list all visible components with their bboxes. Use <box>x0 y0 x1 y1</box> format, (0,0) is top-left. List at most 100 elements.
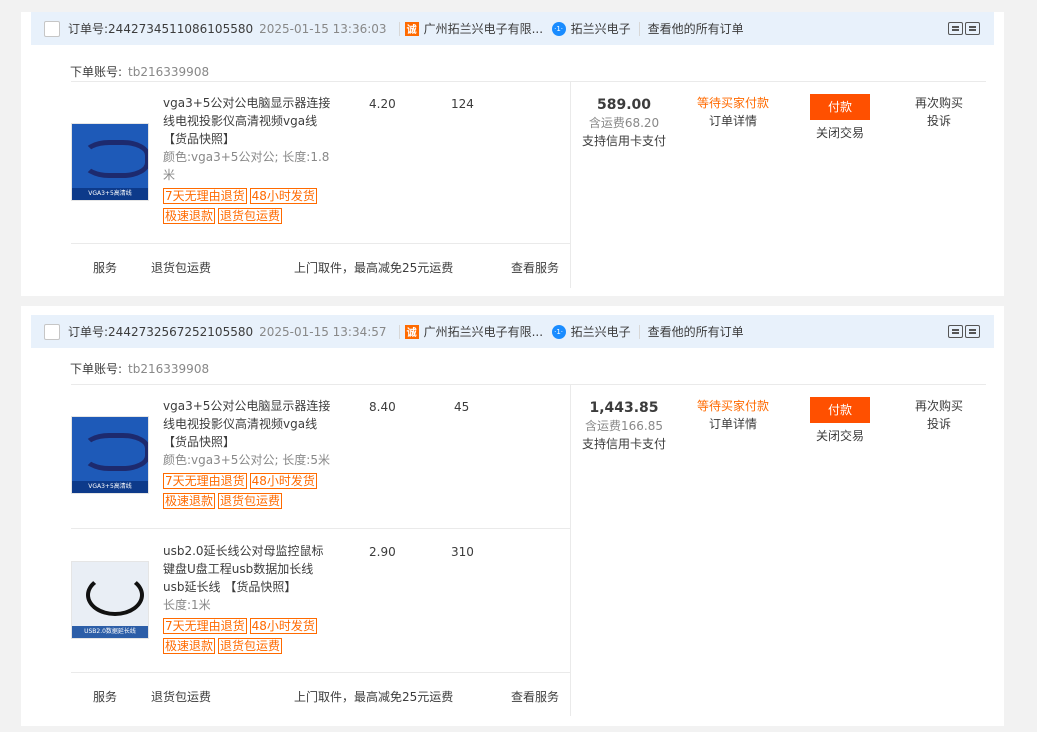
divider <box>398 324 400 339</box>
view-service-link[interactable]: 查看服务 <box>511 259 559 276</box>
account-value: tb216339908 <box>128 65 210 79</box>
product-title-link[interactable]: usb2.0延长线公对母监控鼠标键盘U盘工程usb数据加长线usb延长线 【货品… <box>163 542 333 596</box>
product-title-link[interactable]: vga3+5公对公电脑显示器连接线电视投影仪高清视频vga线 <box>163 397 333 433</box>
order-total: 1,443.85 含运费166.85 支持信用卡支付 <box>569 399 679 453</box>
service-tag[interactable]: 极速退款 <box>163 493 216 509</box>
close-trade-link[interactable]: 关闭交易 <box>808 124 872 142</box>
order-header: 订单号: 2442732567252105580 2025-01-15 13:3… <box>31 315 994 348</box>
view-service-link[interactable]: 查看服务 <box>511 688 559 705</box>
chat-icon[interactable]: ·1· <box>551 21 566 36</box>
seller-chat-link[interactable]: 拓兰兴电子 <box>571 20 631 37</box>
service-tag[interactable]: 极速退款 <box>163 638 216 654</box>
service-label: 服务 <box>93 261 118 275</box>
order-detail-link[interactable]: 订单详情 <box>683 112 783 130</box>
rebuy-link[interactable]: 再次购买 <box>904 397 974 415</box>
product-info: vga3+5公对公电脑显示器连接线电视投影仪高清视频vga线 【货品快照】 颜色… <box>163 94 333 226</box>
snapshot-link[interactable]: 【货品快照】 <box>163 130 333 148</box>
close-trade-link[interactable]: 关闭交易 <box>808 427 872 445</box>
payment-actions: 付款 关闭交易 <box>808 94 872 142</box>
flag-icon[interactable] <box>965 325 980 338</box>
seller-chat-link[interactable]: 拓兰兴电子 <box>571 323 631 340</box>
divider <box>638 324 640 339</box>
service-tag[interactable]: 退货包运费 <box>218 493 283 509</box>
order-status: 等待买家付款 订单详情 <box>683 397 783 433</box>
pay-button[interactable]: 付款 <box>810 397 870 423</box>
service-tag[interactable]: 7天无理由退货 <box>163 473 247 489</box>
divider <box>71 243 570 244</box>
order-card: 订单号: 2442732567252105580 2025-01-15 13:3… <box>21 306 1004 726</box>
order-time: 2025-01-15 13:36:03 <box>259 21 387 36</box>
product-attributes: 长度:1米 <box>163 598 211 612</box>
product-title-link[interactable]: vga3+5公对公电脑显示器连接线电视投影仪高清视频vga线 <box>163 94 333 130</box>
service-tag[interactable]: 退货包运费 <box>218 638 283 654</box>
order-select-checkbox[interactable] <box>44 323 60 340</box>
shop-badge-icon: 诚 <box>404 324 419 339</box>
shipping-fee: 含运费68.20 <box>588 116 660 130</box>
snapshot-link[interactable]: 【货品快照】 <box>163 433 333 451</box>
product-image[interactable]: VGA3+5高清线 <box>71 416 149 494</box>
shop-badge-icon: 诚 <box>404 21 419 36</box>
service-label: 服务 <box>93 690 118 704</box>
service-tag[interactable]: 极速退款 <box>163 208 216 224</box>
order-total: 589.00 含运费68.20 支持信用卡支付 <box>569 96 679 150</box>
return-shipping-free: 退货包运费 <box>151 261 212 275</box>
service-tag[interactable]: 退货包运费 <box>218 208 283 224</box>
product-image[interactable]: VGA3+5高清线 <box>71 123 149 201</box>
credit-card-note: 支持信用卡支付 <box>581 134 666 148</box>
order-account: 下单账号: tb216339908 <box>70 63 209 80</box>
flag-icon[interactable] <box>965 22 980 35</box>
more-actions: 再次购买 投诉 <box>904 94 974 130</box>
complain-link[interactable]: 投诉 <box>904 415 974 433</box>
scrollbar[interactable] <box>1027 0 1037 732</box>
message-icon[interactable] <box>948 22 963 35</box>
return-shipping-free: 退货包运费 <box>151 690 212 704</box>
pickup-service: 上门取件，最高减免25元运费 <box>294 690 454 704</box>
quantity: 124 <box>451 97 474 111</box>
order-select-checkbox[interactable] <box>44 20 60 37</box>
product-image[interactable]: USB2.0数据延长线 <box>71 561 149 639</box>
message-icon[interactable] <box>948 325 963 338</box>
service-tag[interactable]: 48小时发货 <box>249 473 317 489</box>
divider <box>71 81 986 82</box>
pickup-service: 上门取件，最高减免25元运费 <box>294 261 454 275</box>
quantity: 310 <box>451 545 474 559</box>
unit-price: 4.20 <box>369 97 396 111</box>
status-text: 等待买家付款 <box>696 96 769 110</box>
divider <box>71 528 570 529</box>
service-tag[interactable]: 7天无理由退货 <box>163 618 247 634</box>
total-amount: 1,443.85 <box>589 400 659 416</box>
chat-icon[interactable]: ·1· <box>551 324 566 339</box>
total-amount: 589.00 <box>596 97 652 113</box>
product-attributes: 颜色:vga3+5公对公; 长度:1.8米 <box>163 150 330 182</box>
order-account: 下单账号: tb216339908 <box>70 360 209 377</box>
order-number: 2442734511086105580 <box>108 21 254 36</box>
shop-name-link[interactable]: 广州拓兰兴电子有限... <box>424 323 546 340</box>
order-time: 2025-01-15 13:34:57 <box>259 324 387 339</box>
product-info: vga3+5公对公电脑显示器连接线电视投影仪高清视频vga线 【货品快照】 颜色… <box>163 397 333 511</box>
credit-card-note: 支持信用卡支付 <box>581 437 666 451</box>
unit-price: 2.90 <box>369 545 396 559</box>
payment-actions: 付款 关闭交易 <box>808 397 872 445</box>
product-attributes: 颜色:vga3+5公对公; 长度:5米 <box>163 453 330 467</box>
snapshot-link[interactable]: 【货品快照】 <box>224 580 296 594</box>
order-no-label: 订单号: <box>68 22 109 36</box>
rebuy-link[interactable]: 再次购买 <box>904 94 974 112</box>
order-number: 2442732567252105580 <box>108 324 254 339</box>
shipping-fee: 含运费166.85 <box>585 419 663 433</box>
service-tag[interactable]: 48小时发货 <box>249 188 317 204</box>
complain-link[interactable]: 投诉 <box>904 112 974 130</box>
order-detail-link[interactable]: 订单详情 <box>683 415 783 433</box>
service-tag[interactable]: 7天无理由退货 <box>163 188 247 204</box>
unit-price: 8.40 <box>369 400 396 414</box>
service-tag[interactable]: 48小时发货 <box>249 618 317 634</box>
view-all-orders-link[interactable]: 查看他的所有订单 <box>648 323 744 340</box>
view-all-orders-link[interactable]: 查看他的所有订单 <box>648 20 744 37</box>
order-card: 订单号: 2442734511086105580 2025-01-15 13:3… <box>21 12 1004 296</box>
divider <box>638 21 640 36</box>
shop-name-link[interactable]: 广州拓兰兴电子有限... <box>424 20 546 37</box>
product-info: usb2.0延长线公对母监控鼠标键盘U盘工程usb数据加长线usb延长线 【货品… <box>163 542 333 656</box>
order-no-label: 订单号: <box>68 325 109 339</box>
pay-button[interactable]: 付款 <box>810 94 870 120</box>
divider <box>71 672 570 673</box>
order-status: 等待买家付款 订单详情 <box>683 94 783 130</box>
